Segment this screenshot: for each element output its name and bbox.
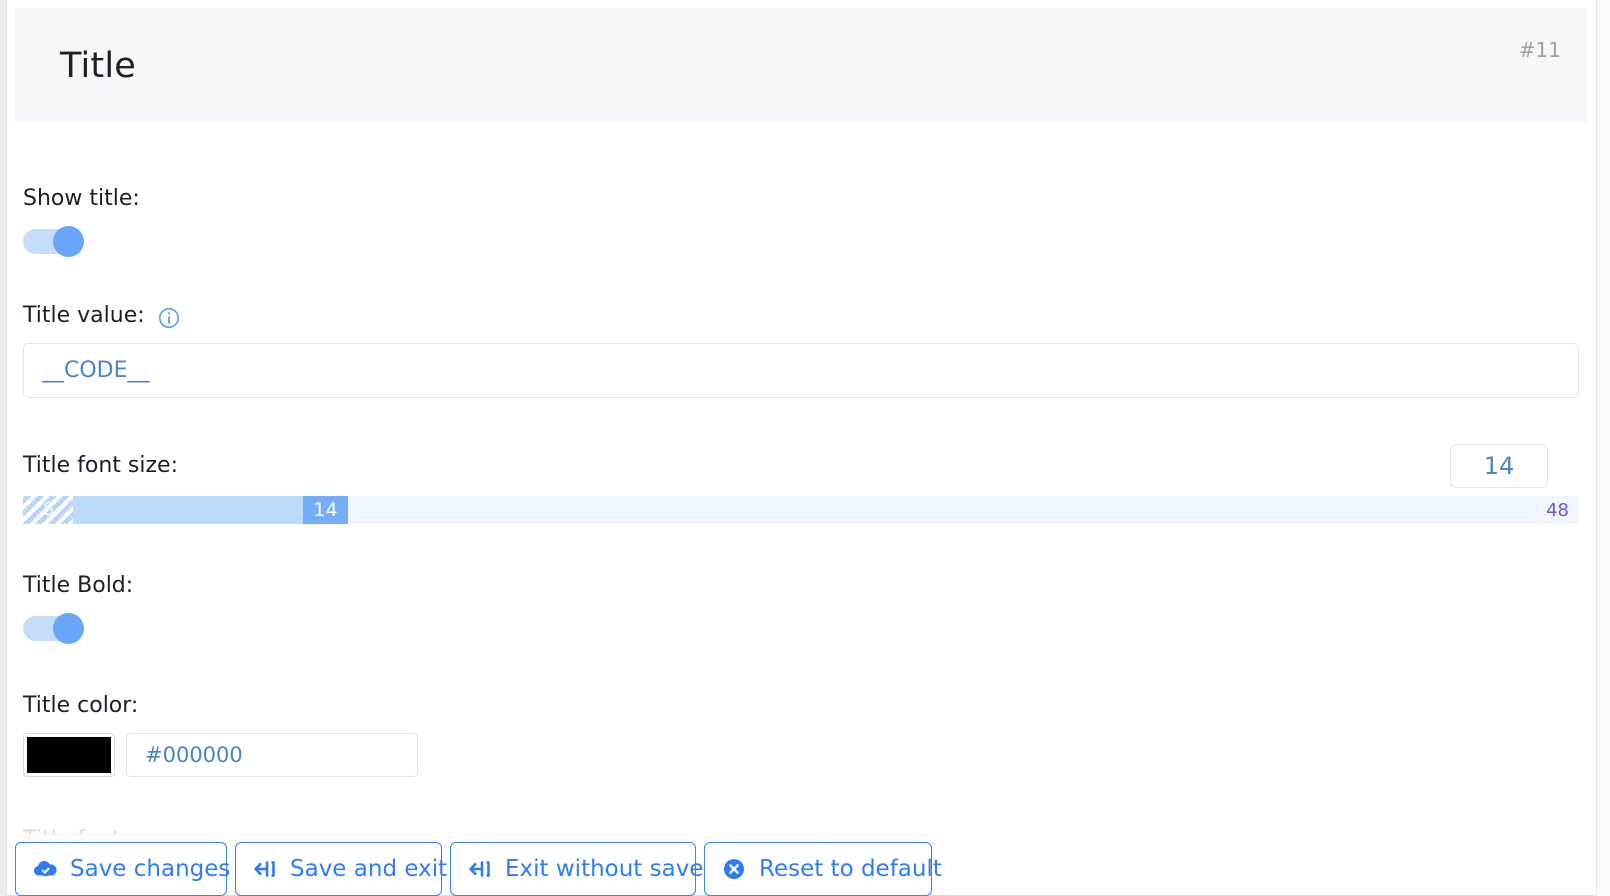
settings-panel-window: Title #11 Show title: Title value: __COD… [0, 0, 1610, 896]
field-title-color: Title color: [23, 695, 138, 717]
exit-without-save-button[interactable]: Exit without save [450, 842, 703, 896]
show-title-toggle[interactable] [23, 226, 85, 257]
info-circle-icon[interactable] [158, 307, 180, 329]
slider-min-label: 8 [43, 499, 55, 520]
title-font-size-label: Title font size: [23, 453, 178, 478]
panel-reference-id: #11 [1518, 38, 1561, 62]
reset-to-default-label: Reset to default [759, 856, 942, 882]
title-bold-label: Title Bold: [23, 573, 134, 598]
title-font-size-slider[interactable]: 8 14 48 [23, 496, 1579, 524]
reset-to-default-button[interactable]: Reset to default [704, 842, 942, 896]
title-bold-toggle[interactable] [23, 613, 85, 644]
arrow-left-bracket-icon [252, 856, 278, 882]
save-and-exit-label: Save and exit [290, 856, 448, 882]
title-color-swatch-button[interactable] [23, 733, 115, 777]
circle-x-icon [721, 856, 747, 882]
arrow-left-bracket-icon [467, 856, 493, 882]
toggle-knob [53, 613, 84, 644]
panel-body: Show title: Title value: __CODE__ Title … [7, 122, 1595, 896]
panel-header: Title #11 [15, 8, 1587, 122]
title-font-size-number-input[interactable] [1450, 444, 1548, 488]
vertical-scrollbar[interactable] [1596, 0, 1610, 896]
exit-without-save-label: Exit without save [505, 856, 704, 882]
toggle-knob [53, 226, 84, 257]
color-chip [27, 737, 111, 773]
title-value-label: Title value: [23, 303, 145, 328]
field-show-title: Show title: [23, 188, 140, 210]
page-title: Title [60, 46, 137, 86]
slider-max-label: 48 [1546, 500, 1569, 521]
cloud-check-icon [32, 856, 58, 882]
title-color-label: Title color: [23, 693, 139, 718]
save-changes-button[interactable]: Save changes [15, 842, 231, 896]
show-title-label: Show title: [23, 186, 140, 211]
settings-panel: Title #11 Show title: Title value: __COD… [7, 0, 1595, 896]
action-button-bar: Save changes Save and exit Exit without … [7, 834, 1595, 896]
save-and-exit-button[interactable]: Save and exit [235, 842, 447, 896]
field-title-bold: Title Bold: [23, 575, 133, 597]
field-title-font-size: Title font size: [23, 455, 178, 477]
slider-min-hatched-zone: 8 [23, 496, 73, 524]
field-title-value: Title value: [23, 305, 180, 329]
title-color-hex-input[interactable] [126, 733, 418, 777]
title-value-input[interactable] [23, 343, 1579, 398]
save-changes-label: Save changes [70, 856, 231, 882]
slider-handle[interactable]: 14 [303, 496, 348, 524]
